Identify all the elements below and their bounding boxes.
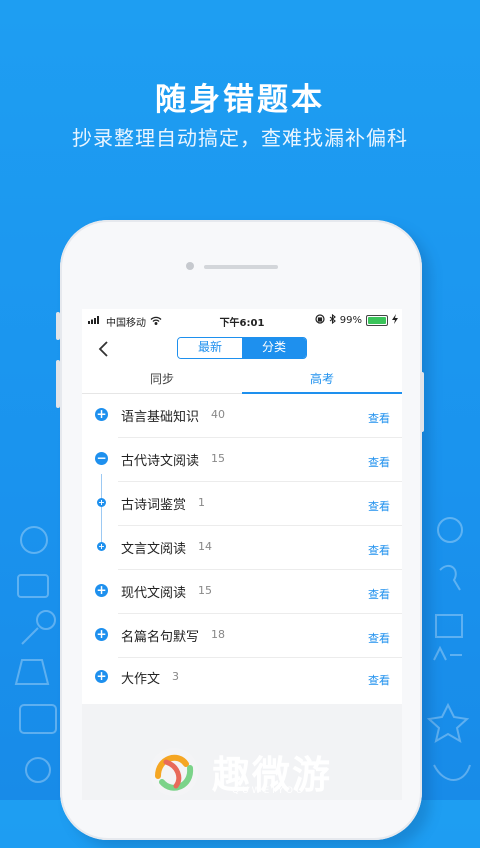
expand-icon[interactable]: +: [95, 584, 108, 597]
watermark-logo-icon: [150, 747, 198, 796]
phone-side-button-top: [56, 312, 60, 340]
category-count: 1: [198, 496, 205, 509]
list-item-gushici[interactable]: + 古诗词鉴赏 1 查看: [82, 482, 402, 526]
segmented-control: 最新 分类: [177, 337, 307, 359]
lock-rotation-icon: [315, 314, 325, 327]
category-count: 14: [198, 540, 212, 553]
chevron-left-icon: [98, 341, 108, 357]
view-link[interactable]: 查看: [368, 672, 390, 688]
segment-category[interactable]: 分类: [242, 338, 306, 358]
category-count: 15: [198, 584, 212, 597]
list-item-dazuowen[interactable]: + 大作文 3 查看: [82, 658, 402, 702]
child-node-icon[interactable]: +: [97, 498, 106, 507]
battery-icon: [366, 315, 388, 326]
charging-icon: [392, 314, 398, 327]
view-link[interactable]: 查看: [368, 410, 390, 426]
watermark-subtext: QUWEIYOU: [232, 786, 306, 796]
list-item-xiandai[interactable]: + 现代文阅读 15 查看: [82, 570, 402, 614]
category-count: 15: [211, 452, 225, 465]
child-node-icon[interactable]: +: [97, 542, 106, 551]
nav-bar: 最新 分类: [82, 333, 402, 365]
phone-screen: 中国移动 下午6:01 99% 最新 分类 同步 高考 + 语言基础知识 40 …: [82, 309, 402, 800]
bluetooth-icon: [329, 313, 336, 327]
expand-icon[interactable]: +: [95, 670, 108, 683]
list-item-gudai[interactable]: − 古代诗文阅读 15 查看: [82, 438, 402, 482]
tab-gaokao[interactable]: 高考: [242, 367, 402, 394]
collapse-icon[interactable]: −: [95, 452, 108, 465]
phone-camera: [186, 262, 194, 270]
phone-side-button-mid: [56, 360, 60, 408]
category-count: 18: [211, 628, 225, 641]
category-name: 语言基础知识: [121, 410, 200, 425]
tab-sync[interactable]: 同步: [82, 367, 242, 393]
category-name: 名篇名句默写: [121, 630, 200, 645]
status-bar: 中国移动 下午6:01 99%: [82, 309, 402, 331]
tab-bar: 同步 高考: [82, 367, 402, 394]
category-name: 现代文阅读: [121, 586, 187, 601]
category-count: 40: [211, 408, 225, 421]
battery-percent: 99%: [339, 315, 362, 326]
view-link[interactable]: 查看: [368, 498, 390, 514]
view-link[interactable]: 查看: [368, 542, 390, 558]
phone-speaker: [204, 265, 278, 269]
category-name: 古诗词鉴赏: [121, 498, 187, 513]
list-item-yuyan[interactable]: + 语言基础知识 40 查看: [82, 394, 402, 438]
category-name: 古代诗文阅读: [121, 454, 200, 469]
promo-headline: 随身错题本: [155, 82, 325, 118]
category-name: 文言文阅读: [121, 542, 187, 557]
back-button[interactable]: [94, 339, 114, 359]
view-link[interactable]: 查看: [368, 454, 390, 470]
list-item-wenyan[interactable]: + 文言文阅读 14 查看: [82, 526, 402, 570]
list-item-mingpian[interactable]: + 名篇名句默写 18 查看: [82, 614, 402, 658]
view-link[interactable]: 查看: [368, 586, 390, 602]
expand-icon[interactable]: +: [95, 628, 108, 641]
category-name: 大作文: [121, 672, 161, 687]
category-count: 3: [172, 670, 179, 683]
expand-icon[interactable]: +: [95, 408, 108, 421]
promo-subline: 抄录整理自动搞定，查难找漏补偏科: [72, 126, 408, 150]
segment-latest[interactable]: 最新: [178, 338, 242, 358]
phone-side-button-right: [420, 372, 424, 432]
view-link[interactable]: 查看: [368, 630, 390, 646]
